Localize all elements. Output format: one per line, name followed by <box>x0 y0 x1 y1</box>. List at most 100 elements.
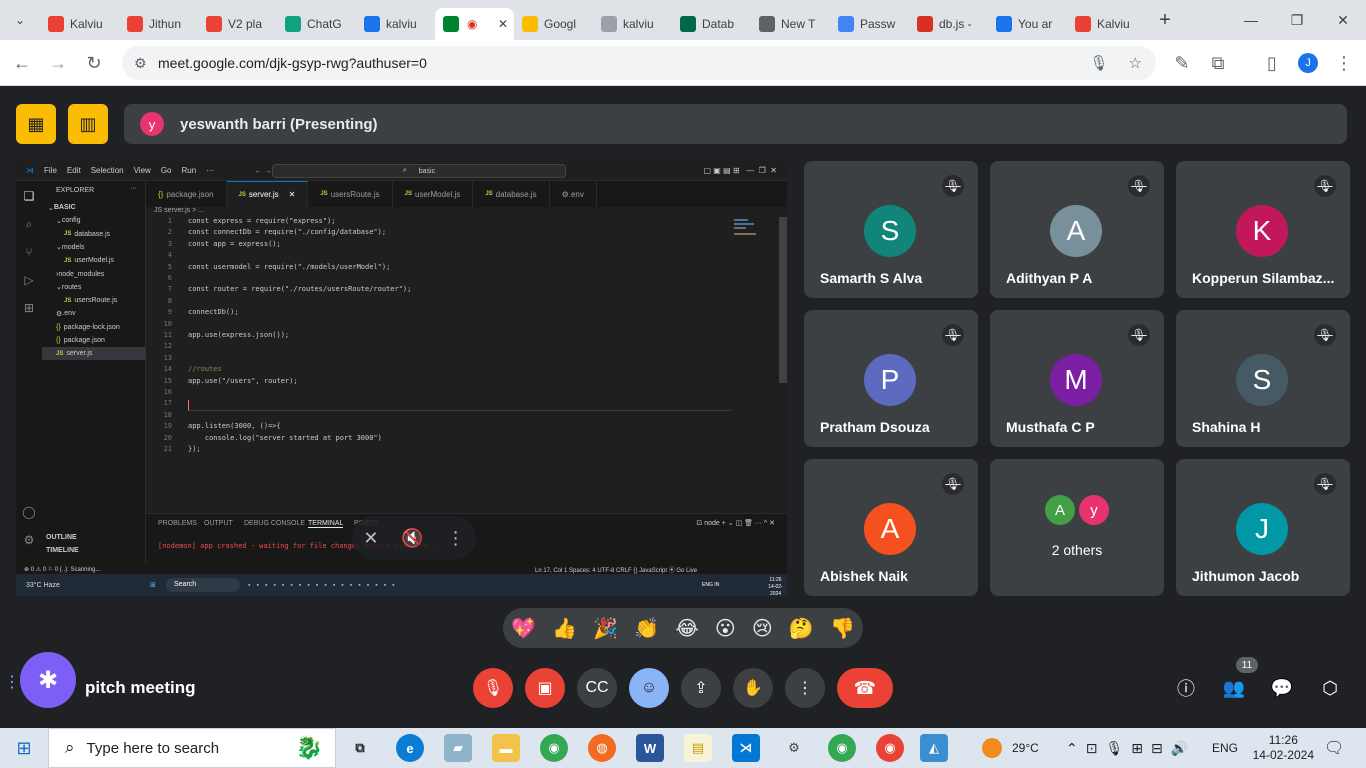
participant-tile[interactable]: 🎙 J Jithumon Jacob <box>1176 459 1350 596</box>
browser-tab[interactable]: V2 pla <box>198 8 277 40</box>
chrome-profile-icon[interactable]: ◉ <box>828 734 856 762</box>
forward-arrow-icon[interactable]: → <box>40 45 76 81</box>
unpin-icon[interactable]: ✕ <box>363 528 378 549</box>
captions-button[interactable]: CC <box>577 668 617 708</box>
address-bar[interactable]: ⚙ meet.google.com/djk-gsyp-rwg?authuser=… <box>122 46 1156 80</box>
profile-avatar[interactable]: J <box>1298 53 1318 73</box>
participant-tile[interactable]: 🎙 K Kopperun Silambaz... <box>1176 161 1350 298</box>
others-tile[interactable]: Ay 2 others <box>990 459 1164 596</box>
browser-tab[interactable]: Jithun <box>119 8 198 40</box>
participant-tile[interactable]: 🎙 M Musthafa C P <box>990 310 1164 447</box>
file-tree-label: package.json <box>63 337 105 344</box>
browser-tab[interactable]: You ar <box>988 8 1067 40</box>
activities-icon[interactable]: ⬡ <box>1316 674 1344 702</box>
meeting-info-icon[interactable]: ⓘ <box>1172 674 1200 702</box>
browser-tab-label: You ar <box>1018 17 1053 31</box>
firefox-icon[interactable]: ◍ <box>588 734 616 762</box>
more-options-icon[interactable]: ⋮ <box>447 528 465 549</box>
browser-tab[interactable]: ChatG <box>277 8 356 40</box>
mute-presentation-icon[interactable]: 🔇 <box>401 528 423 549</box>
windows-start-icon[interactable]: ⊞ <box>0 728 48 768</box>
emoji-reactions-button[interactable]: ☺ <box>629 668 669 708</box>
browser-menu-icon[interactable]: ⋮ <box>1326 45 1362 81</box>
weather-widget[interactable]: 29°C <box>982 728 1039 768</box>
pin-layout-icon[interactable]: ▥ <box>68 104 108 144</box>
browser-tab[interactable]: Kalviu <box>40 8 119 40</box>
reaction-emoji-button[interactable]: 💖 <box>511 616 536 641</box>
reaction-emoji-button[interactable]: 👏 <box>634 616 659 641</box>
system-tray-icons[interactable]: ⌃⊡🎙⊞⊟🔊 <box>1066 728 1196 768</box>
chrome-profile-2-icon[interactable]: ◉ <box>876 734 904 762</box>
present-screen-button[interactable]: ⇪ <box>681 668 721 708</box>
taskbar-clock[interactable]: 11:26 14-02-2024 <box>1253 733 1314 763</box>
others-label: 2 others <box>1051 542 1103 558</box>
close-window-icon[interactable]: ✕ <box>1320 0 1366 40</box>
browser-tab[interactable]: ◉ ✕ <box>435 8 514 40</box>
reaction-emoji-button[interactable]: 👎 <box>830 616 855 641</box>
reaction-emoji-button[interactable]: 👍 <box>552 616 577 641</box>
browser-tab[interactable]: Datab <box>672 8 751 40</box>
leave-call-button[interactable]: ☎ <box>837 668 893 708</box>
pen-extension-icon[interactable]: ✎ <box>1164 45 1200 81</box>
restore-window-icon[interactable]: ❐ <box>1274 0 1320 40</box>
code-line: const connectDb = require("./config/data… <box>188 228 387 237</box>
browser-tab[interactable]: Passw <box>830 8 909 40</box>
close-tab-icon[interactable]: ✕ <box>498 17 508 31</box>
taskbar-search[interactable]: ⌕ Type here to search 🐉 <box>48 728 336 768</box>
browser-tab[interactable]: Kalviu <box>1067 8 1146 40</box>
notifications-icon[interactable]: 🗨 <box>1324 728 1344 768</box>
reaction-emoji-button[interactable]: 😮 <box>715 616 736 641</box>
tab-search-icon[interactable]: ⌄ <box>0 0 40 40</box>
new-tab-button[interactable]: + <box>1150 5 1180 35</box>
raise-hand-button[interactable]: ✋ <box>733 668 773 708</box>
notepad-icon[interactable]: ▤ <box>684 734 712 762</box>
more-options-button[interactable]: ⋮ <box>785 668 825 708</box>
file-explorer-icon[interactable]: ▬ <box>492 734 520 762</box>
photos-icon[interactable]: ◭ <box>920 734 948 762</box>
reaction-emoji-button[interactable]: 😢 <box>752 616 773 641</box>
js-file-icon: JS <box>404 191 412 197</box>
minimize-window-icon[interactable]: — <box>1228 0 1274 40</box>
camera-off-button[interactable]: ▣ <box>525 668 565 708</box>
word-icon[interactable]: W <box>636 734 664 762</box>
reaction-emoji-button[interactable]: 🎉 <box>593 616 618 641</box>
effects-sparkle-button[interactable]: ✱ <box>20 652 76 708</box>
code-line: const usermodel = require("./models/user… <box>188 262 391 271</box>
back-arrow-icon[interactable]: ← <box>4 45 40 81</box>
edge-icon[interactable]: e <box>396 734 424 762</box>
browser-tab[interactable]: kalviu <box>356 8 435 40</box>
browser-tab[interactable]: Googl <box>514 8 593 40</box>
people-icon[interactable]: 👥 <box>1220 674 1248 702</box>
reload-icon[interactable]: ↻ <box>76 45 112 81</box>
chat-icon[interactable]: 💬 <box>1268 674 1296 702</box>
vscode-menu-item: Selection <box>90 166 124 175</box>
participant-tile[interactable]: 🎙 A Adithyan P A <box>990 161 1164 298</box>
app-icon[interactable]: ▰ <box>444 734 472 762</box>
bookmark-star-icon[interactable]: ☆ <box>1129 54 1142 72</box>
settings-taskbar-icon[interactable]: ⚙ <box>780 734 808 762</box>
chrome-icon[interactable]: ◉ <box>540 734 568 762</box>
task-view-icon[interactable]: ⧉ <box>346 734 374 762</box>
microphone-icon[interactable]: 🎙 <box>1090 54 1109 72</box>
participant-tile[interactable]: 🎙 A Abishek Naik <box>804 459 978 596</box>
site-info-icon[interactable]: ⚙ <box>134 55 147 72</box>
browser-tab[interactable]: db.js - <box>909 8 988 40</box>
side-panel-icon[interactable]: ▯ <box>1254 45 1290 81</box>
participant-tile[interactable]: 🎙 S Samarth S Alva <box>804 161 978 298</box>
vscode-menu-item: File <box>44 166 57 175</box>
participant-tile[interactable]: 🎙 P Pratham Dsouza <box>804 310 978 447</box>
language-indicator[interactable]: ENG <box>1212 728 1238 768</box>
browser-tab[interactable]: New T <box>751 8 830 40</box>
participant-tile[interactable]: 🎙 S Shahina H <box>1176 310 1350 447</box>
extensions-puzzle-icon[interactable]: ⧉ <box>1200 45 1236 81</box>
file-tree-label: database.js <box>74 230 111 238</box>
layout-toggle-icon[interactable]: ▦ <box>16 104 56 144</box>
reaction-emoji-button[interactable]: 🤔 <box>789 616 814 641</box>
vscode-taskbar-icon[interactable]: ⋊ <box>732 734 760 762</box>
participant-name: Shahina H <box>1192 419 1261 435</box>
explorer-icon: ❏ <box>23 189 35 203</box>
browser-tab[interactable]: kalviu <box>593 8 672 40</box>
microphone-off-button[interactable]: 🎙 <box>473 668 513 708</box>
participant-avatar: P <box>864 354 916 406</box>
reaction-emoji-button[interactable]: 😂 <box>675 616 698 641</box>
